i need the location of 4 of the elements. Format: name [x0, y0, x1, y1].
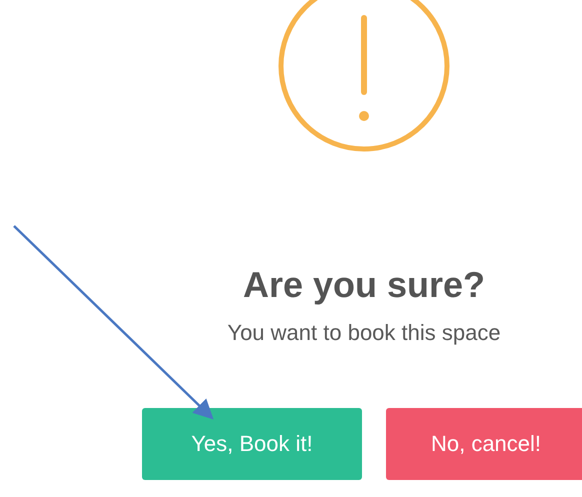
- dialog-message: You want to book this space: [227, 320, 501, 346]
- cancel-button[interactable]: No, cancel!: [386, 408, 582, 480]
- confirm-button[interactable]: Yes, Book it!: [142, 408, 362, 480]
- dialog-title: Are you sure?: [242, 264, 486, 306]
